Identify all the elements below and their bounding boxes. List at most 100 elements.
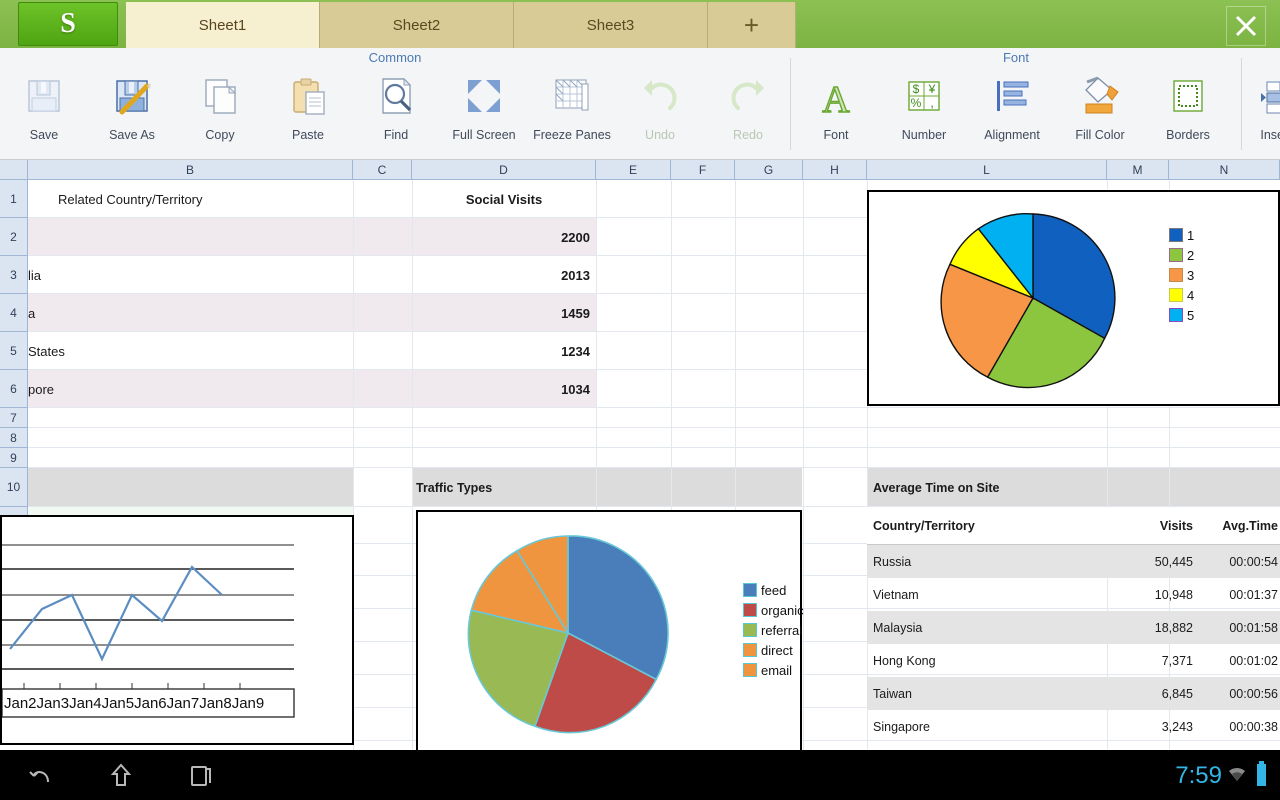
font-button[interactable]: A Font [792, 70, 880, 156]
row-header-5[interactable]: 5 [0, 332, 28, 370]
column-header-C[interactable]: C [353, 160, 412, 180]
avg-time-row-4-country: Taiwan [868, 677, 1068, 710]
column-header-E[interactable]: E [596, 160, 671, 180]
copy-button[interactable]: Copy [176, 70, 264, 156]
x-label-7: Jan9 [232, 695, 265, 712]
cell-B3[interactable]: lia [28, 256, 348, 294]
row-header-2[interactable]: 2 [0, 218, 28, 256]
legend-label-3: 3 [1187, 268, 1194, 283]
row-header-7[interactable]: 7 [0, 408, 28, 428]
line-chart-x-axis: Jan2 Jan3 Jan4 Jan5 Jan6 Jan7 Jan8 Jan9 [4, 690, 296, 716]
full-screen-icon [458, 70, 510, 122]
row-header-6[interactable]: 6 [0, 370, 28, 408]
app-logo[interactable]: S [18, 2, 118, 46]
row-header-8[interactable]: 8 [0, 428, 28, 448]
column-header-H[interactable]: H [803, 160, 867, 180]
cell-B4[interactable]: a [28, 294, 348, 332]
sheet-tab-1[interactable]: Sheet1 [126, 2, 320, 48]
legend-label-email: email [761, 663, 792, 678]
paste-button[interactable]: Paste [264, 70, 352, 156]
row10-band-left [28, 468, 353, 507]
save-as-button[interactable]: Save As [88, 70, 176, 156]
home-button[interactable] [106, 760, 136, 790]
freeze-panes-label: Freeze Panes [533, 128, 611, 142]
avg-time-row-5-visits: 3,243 [1068, 710, 1193, 743]
traffic-types-chart[interactable]: feed organic referral direct email [416, 510, 802, 750]
legend-label-direct: direct [761, 643, 793, 658]
sheet-tab-3[interactable]: Sheet3 [514, 2, 708, 48]
full-screen-button[interactable]: Full Screen [440, 70, 528, 156]
svg-text:,: , [930, 95, 934, 110]
insert-button[interactable]: Insert [1232, 70, 1280, 156]
insert-label: Insert [1260, 128, 1280, 142]
row-header-4[interactable]: 4 [0, 294, 28, 332]
grid-body[interactable]: Related Country/Territory Social Visits … [28, 180, 1280, 750]
freeze-panes-button[interactable]: Freeze Panes [528, 70, 616, 156]
avg-time-row-2-country: Malaysia [868, 611, 1068, 644]
undo-button[interactable]: Undo [616, 70, 704, 156]
redo-icon [722, 70, 774, 122]
column-header-D[interactable]: D [412, 160, 596, 180]
fill-color-label: Fill Color [1075, 128, 1124, 142]
insert-icon [1250, 70, 1280, 122]
back-button[interactable] [26, 760, 56, 790]
row-header-3[interactable]: 3 [0, 256, 28, 294]
column-header-N[interactable]: N [1169, 160, 1280, 180]
legend-item: 3 [1169, 265, 1194, 285]
row-header-10[interactable]: 10 [0, 468, 28, 507]
alignment-label: Alignment [984, 128, 1040, 142]
pie-chart-top[interactable]: 1 2 3 4 5 [867, 190, 1280, 406]
avg-time-row-0-visits: 50,445 [1068, 545, 1193, 578]
sheet-tab-2[interactable]: Sheet2 [320, 2, 514, 48]
column-header-M[interactable]: M [1107, 160, 1169, 180]
avg-time-row-4-visits: 6,845 [1068, 677, 1193, 710]
column-header-F[interactable]: F [671, 160, 735, 180]
borders-button[interactable]: Borders [1144, 70, 1232, 156]
column-header-B[interactable]: B [28, 160, 353, 180]
avg-time-row-3-country: Hong Kong [868, 644, 1068, 677]
cell-D6[interactable]: 1034 [418, 370, 590, 408]
legend-item: 4 [1169, 285, 1194, 305]
cell-D2[interactable]: 2200 [418, 218, 590, 256]
cell-B5[interactable]: States [28, 332, 348, 370]
redo-button[interactable]: Redo [704, 70, 792, 156]
cell-D5[interactable]: 1234 [418, 332, 590, 370]
cell-B1[interactable]: Related Country/Territory [58, 180, 348, 218]
copy-icon [194, 70, 246, 122]
legend-item: 2 [1169, 245, 1194, 265]
redo-label: Redo [733, 128, 763, 142]
row-header-9[interactable]: 9 [0, 448, 28, 468]
legend-swatch-email [743, 663, 757, 677]
row-header-1[interactable]: 1 [0, 180, 28, 218]
number-button[interactable]: $ ¥ % , Number [880, 70, 968, 156]
fill-color-button[interactable]: Fill Color [1056, 70, 1144, 156]
line-chart[interactable]: Jan2 Jan3 Jan4 Jan5 Jan6 Jan7 Jan8 Jan9 [0, 515, 354, 745]
find-button[interactable]: Find [352, 70, 440, 156]
svg-text:¥: ¥ [928, 82, 936, 96]
column-header-row: B C D E F G H L M N [0, 160, 1280, 180]
column-header-G[interactable]: G [735, 160, 803, 180]
column-header-L[interactable]: L [867, 160, 1107, 180]
avg-time-row-0-country: Russia [868, 545, 1068, 578]
corner-cell[interactable] [0, 160, 28, 180]
cell-B6[interactable]: pore [28, 370, 348, 408]
title-tab-bar: S Sheet1 Sheet2 Sheet3 + [0, 0, 1280, 48]
undo-icon [634, 70, 686, 122]
legend-item: feed [743, 580, 804, 600]
cell-D3[interactable]: 2013 [418, 256, 590, 294]
number-label: Number [902, 128, 946, 142]
x-label-0: Jan2 [4, 695, 37, 712]
recents-button[interactable] [186, 760, 216, 790]
cell-D1[interactable]: Social Visits [418, 180, 590, 218]
save-button[interactable]: Save [0, 70, 88, 156]
add-sheet-button[interactable]: + [708, 2, 796, 48]
spreadsheet-grid[interactable]: B C D E F G H L M N 1 2 3 4 5 6 7 8 9 10… [0, 160, 1280, 750]
close-button[interactable] [1226, 6, 1266, 46]
alignment-button[interactable]: Alignment [968, 70, 1056, 156]
cell-D4[interactable]: 1459 [418, 294, 590, 332]
wifi-button[interactable] [1228, 766, 1246, 789]
legend-swatch-4 [1169, 288, 1183, 302]
ribbon-group-font-label: Font [791, 50, 1241, 65]
font-label: Font [823, 128, 848, 142]
home-icon [106, 760, 136, 790]
